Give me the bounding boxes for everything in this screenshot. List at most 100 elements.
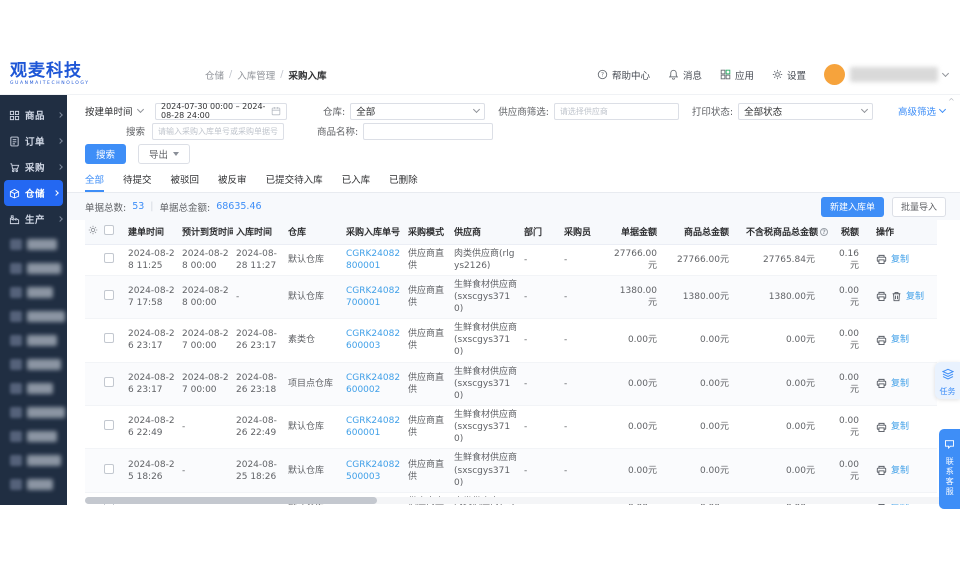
factory-icon — [9, 214, 20, 225]
sidebar-item-masked[interactable] — [0, 232, 67, 256]
supplier-input[interactable] — [554, 103, 679, 120]
date-range-input[interactable]: 2024-07-30 00:00 – 2024-08-28 24:00 — [155, 103, 287, 120]
breadcrumb-item[interactable]: 入库管理 — [237, 68, 275, 82]
warehouse-select[interactable]: 全部 — [350, 103, 485, 120]
calendar-icon — [271, 106, 281, 116]
date-type-select[interactable]: 按建单时间 — [85, 104, 147, 118]
copy-link[interactable]: 复制 — [891, 334, 909, 346]
print-status-select[interactable]: 全部状态 — [738, 103, 873, 120]
column-header: 预计到货时间 — [179, 220, 233, 244]
order-link[interactable]: CGRK24082600001 — [346, 416, 400, 438]
sidebar-item-masked[interactable] — [0, 352, 67, 376]
topbar-item-label: 设置 — [787, 68, 806, 82]
task-fab[interactable]: 任务 — [935, 362, 960, 399]
order-link[interactable]: CGRK24082500003 — [346, 460, 400, 482]
topbar-app[interactable]: 应用 — [720, 68, 754, 82]
horizontal-scrollbar[interactable] — [85, 497, 945, 504]
cell: 2024-08-26 23:17 — [233, 319, 285, 362]
sidebar-item-masked[interactable] — [0, 400, 67, 424]
order-link[interactable]: CGRK24082800001 — [346, 249, 400, 271]
breadcrumb-item[interactable]: 仓储 — [205, 68, 224, 82]
topbar-help[interactable]: ?帮助中心 — [597, 68, 650, 82]
tab-待提交[interactable]: 待提交 — [123, 172, 152, 192]
copy-link[interactable]: 复制 — [891, 378, 909, 390]
order-link[interactable]: CGRK24082600003 — [346, 329, 400, 351]
sidebar-item-商品[interactable]: 商品 — [0, 102, 67, 128]
chat-icon — [944, 435, 955, 454]
search-button[interactable]: 搜索 — [85, 144, 126, 164]
cell: - — [561, 406, 609, 449]
order-link[interactable]: CGRK24082600002 — [346, 373, 400, 395]
printer-icon[interactable] — [876, 335, 887, 346]
info-icon[interactable]: ? — [820, 228, 828, 236]
username-redacted — [850, 67, 938, 82]
avatar[interactable] — [824, 64, 845, 85]
sidebar-item-masked[interactable] — [0, 472, 67, 496]
copy-link[interactable]: 复制 — [891, 465, 909, 477]
cell: 默认仓库 — [285, 244, 343, 275]
product-name-input[interactable] — [363, 123, 493, 140]
row-checkbox[interactable] — [104, 377, 114, 387]
sidebar-item-masked[interactable] — [0, 304, 67, 328]
export-button[interactable]: 导出 — [138, 144, 190, 164]
printer-icon[interactable] — [876, 465, 887, 476]
tab-已提交待入库[interactable]: 已提交待入库 — [266, 172, 323, 192]
sidebar-item-生产[interactable]: 生产 — [0, 206, 67, 232]
order-link[interactable]: CGRK24082700001 — [346, 286, 400, 308]
cell: 2024-08-28 11:25 — [125, 244, 179, 275]
tab-被驳回[interactable]: 被驳回 — [171, 172, 200, 192]
cell: 2024-08-28 00:00 — [179, 275, 233, 318]
user-menu[interactable] — [824, 64, 948, 85]
advanced-filter-link[interactable]: 高级筛选 — [898, 104, 945, 118]
select-all-checkbox[interactable] — [104, 225, 114, 235]
row-checkbox[interactable] — [104, 420, 114, 430]
copy-link[interactable]: 复制 — [891, 254, 909, 266]
delete-icon[interactable] — [891, 291, 902, 302]
grid-icon — [9, 110, 20, 121]
amount-value: 68635.46 — [216, 201, 261, 212]
topbar-bell[interactable]: 消息 — [668, 68, 702, 82]
cell: 生鲜食材供应商(sxscgys3710) — [451, 449, 521, 492]
sidebar-item-masked[interactable] — [0, 256, 67, 280]
sidebar-item-masked[interactable] — [0, 328, 67, 352]
tab-已删除[interactable]: 已删除 — [389, 172, 418, 192]
search-input[interactable] — [152, 123, 284, 140]
cell: - — [561, 449, 609, 492]
column-settings-icon[interactable] — [88, 225, 98, 235]
tab-已入库[interactable]: 已入库 — [342, 172, 371, 192]
sidebar-item-masked[interactable] — [0, 376, 67, 400]
row-checkbox[interactable] — [104, 253, 114, 263]
printer-icon[interactable] — [876, 378, 887, 389]
printer-icon[interactable] — [876, 422, 887, 433]
sidebar-item-masked[interactable] — [0, 280, 67, 304]
scrollbar-thumb[interactable] — [85, 497, 377, 504]
batch-import-button[interactable]: 批量导入 — [892, 197, 946, 217]
cell: 2024-08-26 23:17 — [125, 362, 179, 405]
sidebar-item-采购[interactable]: 采购 — [0, 154, 67, 180]
sidebar-item-masked[interactable] — [0, 448, 67, 472]
row-checkbox[interactable] — [104, 333, 114, 343]
row-checkbox[interactable] — [104, 290, 114, 300]
tab-全部[interactable]: 全部 — [85, 172, 104, 192]
printer-icon[interactable] — [876, 254, 887, 265]
sidebar-item-masked[interactable] — [0, 424, 67, 448]
sidebar-item-订单[interactable]: 订单 — [0, 128, 67, 154]
copy-link[interactable]: 复制 — [891, 421, 909, 433]
scroll-up-icon[interactable]: ^ — [948, 98, 956, 106]
cell: 1380.00元 — [671, 275, 743, 318]
cell: 2024-08-28 11:27 — [233, 244, 285, 275]
row-checkbox[interactable] — [104, 464, 114, 474]
table-row: 2024-08-27 17:582024-08-28 00:00-默认仓库CGR… — [85, 275, 937, 318]
cell: 生鲜食材供应商(sxscgys3710) — [451, 275, 521, 318]
customer-service-fab[interactable]: 联系客服 — [939, 429, 960, 509]
copy-link[interactable]: 复制 — [906, 291, 924, 303]
chevron-right-icon — [53, 190, 59, 196]
tab-被反审[interactable]: 被反审 — [218, 172, 247, 192]
cell: 1380.00元 — [743, 275, 829, 318]
topbar-gear[interactable]: 设置 — [772, 68, 806, 82]
printer-icon[interactable] — [876, 291, 887, 302]
cell: - — [179, 449, 233, 492]
new-inbound-button[interactable]: 新建入库单 — [821, 197, 884, 217]
sidebar-item-仓储[interactable]: 仓储 — [4, 180, 63, 206]
cell: 2024-08-27 00:00 — [179, 319, 233, 362]
